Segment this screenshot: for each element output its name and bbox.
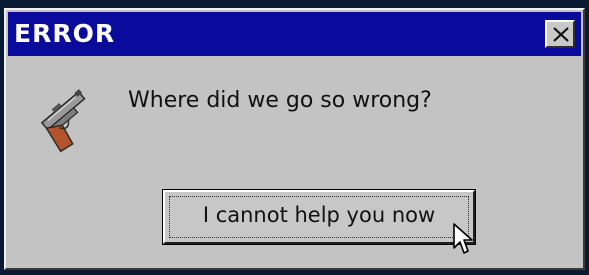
error-message: Where did we go so wrong? xyxy=(128,88,432,113)
dismiss-button[interactable]: I cannot help you now xyxy=(162,189,476,245)
dialog-title: ERROR xyxy=(14,19,116,48)
error-dialog: ERROR Where did we go so wrong? I cannot… xyxy=(4,8,585,270)
mouse-pointer-icon xyxy=(453,223,473,254)
close-button[interactable] xyxy=(545,20,575,48)
title-bar[interactable]: ERROR xyxy=(8,12,581,56)
close-icon xyxy=(553,27,569,42)
dismiss-button-label: I cannot help you now xyxy=(202,203,436,227)
gun-icon xyxy=(40,89,86,153)
